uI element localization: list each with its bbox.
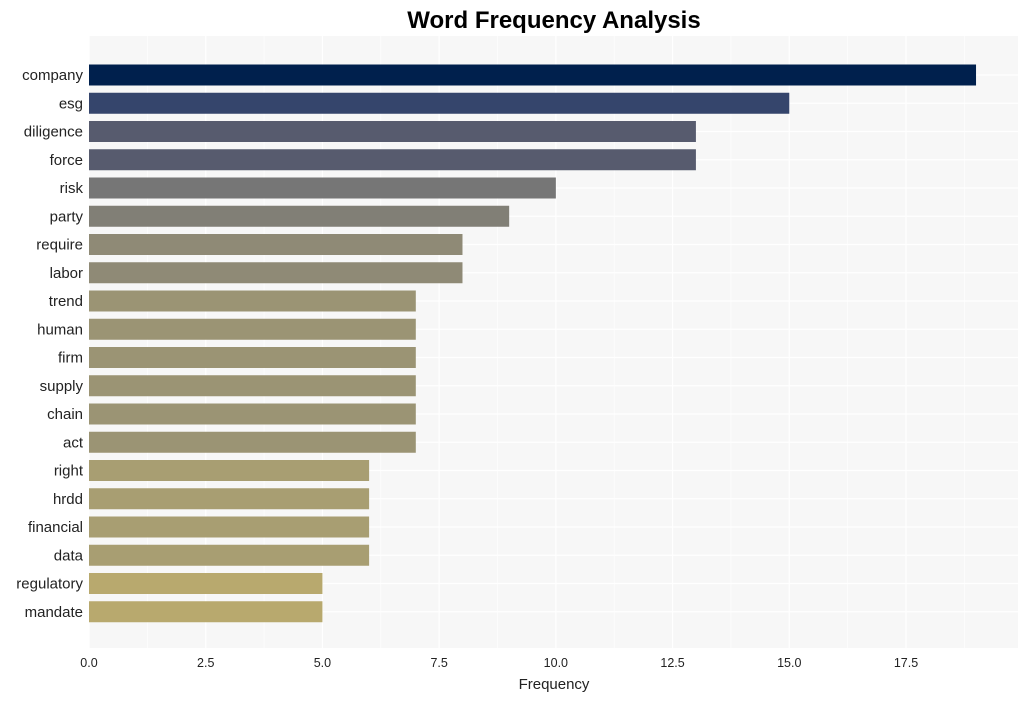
bar-require [89,234,463,255]
y-label-mandate: mandate [25,604,83,621]
y-label-party: party [50,208,84,225]
word-frequency-chart: Word Frequency Analysis company esg dilige… [16,7,1018,693]
y-label-hrdd: hrdd [53,491,83,508]
x-axis-ticks: 0.0 2.5 5.0 7.5 10.0 12.5 15.0 17.5 [80,656,918,670]
x-tick-label: 0.0 [80,656,97,670]
bar-regulatory [89,573,323,594]
bar-party [89,205,510,227]
chart-title: Word Frequency Analysis [407,7,700,34]
y-label-financial: financial [28,519,83,536]
bar-trend [89,290,416,312]
y-label-chain: chain [47,406,83,423]
y-label-esg: esg [59,95,83,112]
x-tick-label: 10.0 [544,656,568,670]
x-tick-label: 5.0 [314,656,331,670]
bar-supply [89,375,416,397]
bar-esg [89,92,790,114]
bar-labor [89,262,463,284]
x-tick-label: 15.0 [777,656,801,670]
x-tick-label: 12.5 [660,656,684,670]
y-axis-labels: company esg diligence force risk party require… [16,67,84,621]
y-label-data: data [54,547,84,564]
y-label-labor: labor [50,265,83,282]
bar-force [89,149,696,171]
y-label-firm: firm [58,350,83,367]
bar-human [89,318,416,340]
bar-chain [89,403,416,425]
y-label-supply: supply [40,378,84,395]
bar-hrdd [89,488,370,510]
x-tick-label: 7.5 [430,656,447,670]
bar-risk [89,177,556,199]
y-label-force: force [50,152,83,169]
x-tick-label: 17.5 [894,656,918,670]
bar-financial [89,516,370,538]
bar-right [89,460,370,481]
bar-firm [89,347,416,368]
y-label-diligence: diligence [24,124,83,141]
bar-data [89,544,370,566]
y-label-company: company [22,67,83,84]
y-label-trend: trend [49,293,83,310]
x-tick-label: 2.5 [197,656,214,670]
bar-company [89,64,977,86]
y-label-right: right [54,463,84,480]
y-label-require: require [36,237,83,254]
bar-act [89,431,416,453]
y-label-regulatory: regulatory [16,576,83,593]
bar-mandate [89,601,323,623]
y-label-human: human [37,321,83,338]
y-label-risk: risk [60,180,84,197]
x-axis-label: Frequency [519,676,590,693]
bar-diligence [89,121,696,142]
y-label-act: act [63,434,84,451]
